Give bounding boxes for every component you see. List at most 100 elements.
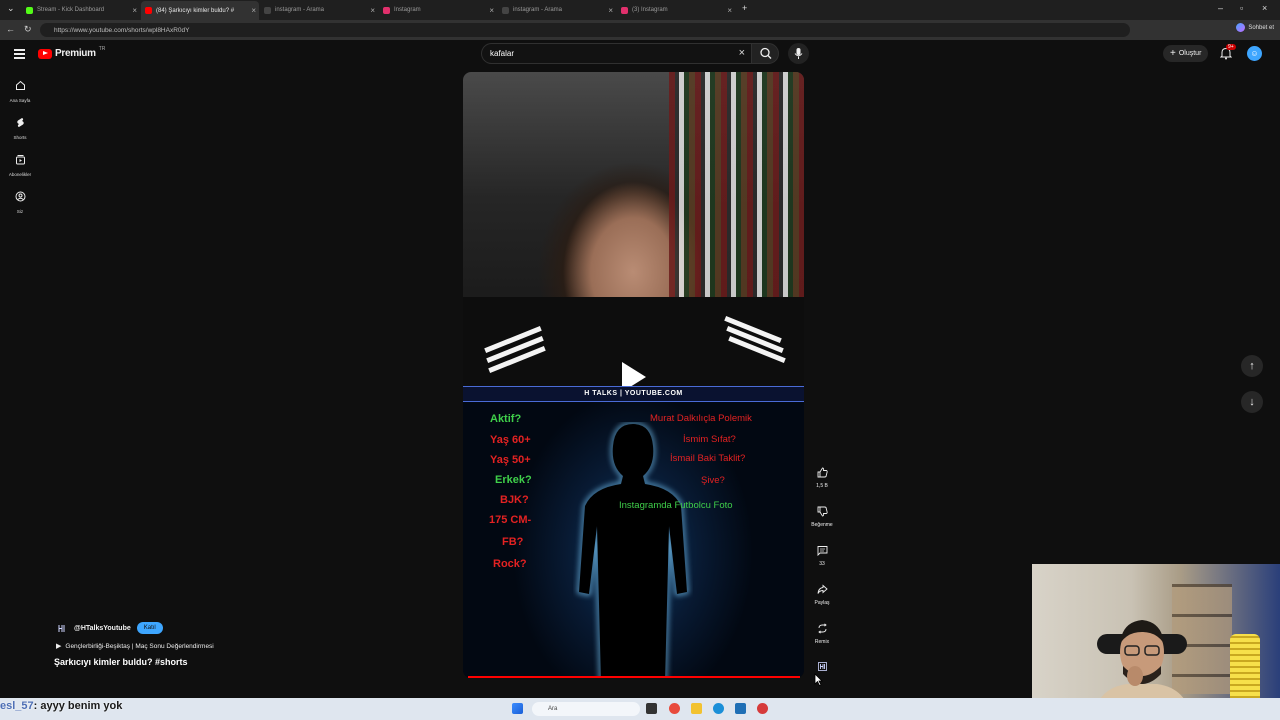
streamer-webcam bbox=[1032, 564, 1280, 720]
thumbs-up-icon bbox=[817, 467, 828, 477]
create-label: Oluştur bbox=[1178, 50, 1202, 57]
video-progress-bar[interactable] bbox=[468, 676, 800, 678]
tab-instagram[interactable]: Instagram × bbox=[379, 2, 497, 18]
channel-handle[interactable]: @HTalksYoutube bbox=[74, 625, 131, 632]
opera-icon[interactable] bbox=[669, 703, 680, 714]
tab-instagram-2[interactable]: (3) Instagram × bbox=[617, 2, 735, 18]
dislike-label: Beğenme bbox=[811, 522, 833, 528]
new-tab-button[interactable]: + bbox=[742, 3, 747, 13]
tab-label: Stream - Kick Dashboard bbox=[37, 7, 105, 13]
home-icon bbox=[15, 80, 25, 90]
sidebar-item-label: Shorts bbox=[13, 135, 27, 140]
question-left-5: 175 CM- bbox=[489, 514, 532, 526]
sidebar-item-home[interactable]: Ana Sayfa bbox=[2, 78, 38, 103]
voice-search-button[interactable] bbox=[788, 43, 809, 64]
like-button[interactable]: 1,5 B bbox=[810, 462, 834, 489]
shorts-icon bbox=[16, 118, 24, 127]
sidebar-item-you[interactable]: Siz bbox=[2, 189, 38, 214]
close-icon[interactable]: × bbox=[608, 6, 613, 15]
logo-text: Premium bbox=[55, 48, 96, 59]
bookshelf-image bbox=[669, 72, 804, 312]
next-short-button[interactable]: ↓ bbox=[1241, 391, 1263, 413]
task-view-icon[interactable] bbox=[646, 703, 657, 714]
close-icon[interactable]: × bbox=[727, 6, 732, 15]
calculator-icon[interactable] bbox=[735, 703, 746, 714]
sidebar-item-label: Ana Sayfa bbox=[9, 98, 31, 103]
kick-favicon-icon bbox=[26, 6, 33, 14]
shorts-video-player[interactable]: H TALKS | YOUTUBE.COM Aktif? Yaş 60+ Yaş… bbox=[463, 72, 804, 678]
notifications-button[interactable]: 9+ bbox=[1219, 44, 1236, 65]
app-icon[interactable] bbox=[757, 703, 768, 714]
edge-icon[interactable] bbox=[713, 703, 724, 714]
channel-avatar-icon[interactable] bbox=[54, 621, 68, 635]
tab-label: instagram - Arama bbox=[513, 7, 563, 13]
browser-tab-strip: Stream - Kick Dashboard × (84) Şarkıcıyı… bbox=[0, 0, 1280, 20]
tab-kick-dashboard[interactable]: Stream - Kick Dashboard × bbox=[22, 2, 140, 18]
tab-label: (3) Instagram bbox=[632, 7, 668, 13]
close-window-icon[interactable]: × bbox=[1262, 3, 1267, 13]
taskbar-search[interactable]: Ara bbox=[532, 702, 640, 716]
search-icon bbox=[760, 47, 772, 59]
tab-instagram-search[interactable]: instagram - Arama × bbox=[260, 2, 378, 18]
video-title: Şarkıcıyı kimler buldu? #shorts bbox=[54, 657, 188, 667]
close-icon[interactable]: × bbox=[132, 6, 137, 15]
question-left-1: Yaş 60+ bbox=[490, 434, 531, 446]
comments-button[interactable]: 33 bbox=[810, 540, 834, 567]
tab-menu-icon[interactable]: ⌄ bbox=[7, 3, 15, 14]
tab-label: Instagram bbox=[394, 7, 421, 13]
previous-short-button[interactable]: ↑ bbox=[1241, 355, 1263, 377]
microphone-icon bbox=[794, 48, 803, 59]
instagram-favicon-icon bbox=[383, 6, 390, 14]
search-input[interactable]: kafalar × bbox=[481, 43, 751, 64]
tab-label: (84) Şarkıcıyı kimler buldu? # bbox=[156, 7, 235, 14]
youtube-logo[interactable]: Premium TR bbox=[38, 46, 105, 59]
reload-icon[interactable]: ↻ bbox=[24, 24, 32, 35]
chat-button[interactable]: Sohbet et bbox=[1236, 23, 1274, 32]
remix-button[interactable]: Remix bbox=[810, 618, 834, 645]
back-icon[interactable]: ← bbox=[6, 24, 15, 34]
youtube-header: Premium TR kafalar × + Oluştur 9+ ☺ bbox=[0, 40, 1280, 68]
related-video-link[interactable]: ▶ Gençlerbirliği-Beşiktaş | Maç Sonu Değ… bbox=[56, 642, 214, 651]
hamburger-menu-icon[interactable] bbox=[14, 49, 25, 61]
like-count: 1,5 B bbox=[816, 483, 828, 489]
notification-badge: 9+ bbox=[1226, 44, 1236, 50]
htalks-logo-icon bbox=[817, 661, 827, 671]
arrow-down-icon: ↓ bbox=[1249, 396, 1255, 408]
windows-start-icon[interactable] bbox=[512, 703, 523, 714]
tab-label: instagram - Arama bbox=[275, 7, 325, 13]
close-icon[interactable]: × bbox=[251, 6, 256, 15]
arrow-up-icon: ↑ bbox=[1249, 360, 1255, 372]
copilot-icon bbox=[1236, 23, 1246, 32]
clear-search-icon[interactable]: × bbox=[739, 47, 745, 59]
remix-label: Remix bbox=[814, 639, 830, 645]
question-left-7: Rock? bbox=[493, 558, 527, 570]
tab-instagram-search-2[interactable]: instagram - Arama × bbox=[498, 2, 616, 18]
create-button[interactable]: + Oluştur bbox=[1163, 45, 1209, 62]
close-icon[interactable]: × bbox=[370, 6, 375, 15]
thumbs-down-icon bbox=[817, 506, 828, 516]
dislike-button[interactable]: Beğenme bbox=[810, 501, 834, 528]
youtube-favicon-icon bbox=[145, 7, 152, 14]
maximize-icon[interactable]: ▫ bbox=[1240, 3, 1243, 13]
file-explorer-icon[interactable] bbox=[691, 703, 702, 714]
question-right-4: Instagramda Futbolcu Foto bbox=[619, 500, 733, 511]
progress-fill bbox=[468, 676, 800, 678]
plus-icon: + bbox=[1170, 48, 1176, 59]
minimize-icon[interactable]: – bbox=[1218, 3, 1223, 13]
sidebar-item-shorts[interactable]: Shorts bbox=[2, 115, 38, 140]
question-right-3: Şive? bbox=[701, 475, 725, 486]
remix-icon bbox=[817, 622, 827, 634]
instagram-favicon-icon bbox=[621, 6, 628, 14]
question-right-2: İsmail Baki Taklit? bbox=[670, 453, 746, 464]
tab-youtube-short[interactable]: (84) Şarkıcıyı kimler buldu? # × bbox=[141, 1, 259, 20]
sidebar-item-subscriptions[interactable]: Abonelikler bbox=[2, 152, 38, 177]
url-field[interactable]: https://www.youtube.com/shorts/wpl8HAxR0… bbox=[40, 23, 1130, 37]
join-button[interactable]: Katıl bbox=[136, 622, 163, 634]
question-left-3: Erkek? bbox=[495, 474, 532, 486]
chat-text: : ayyy benim yok bbox=[33, 700, 123, 712]
search-button[interactable] bbox=[751, 43, 779, 64]
question-left-0: Aktif? bbox=[490, 413, 522, 425]
close-icon[interactable]: × bbox=[489, 6, 494, 15]
account-avatar[interactable]: ☺ bbox=[1247, 46, 1262, 61]
share-button[interactable]: Paylaş bbox=[810, 579, 834, 606]
